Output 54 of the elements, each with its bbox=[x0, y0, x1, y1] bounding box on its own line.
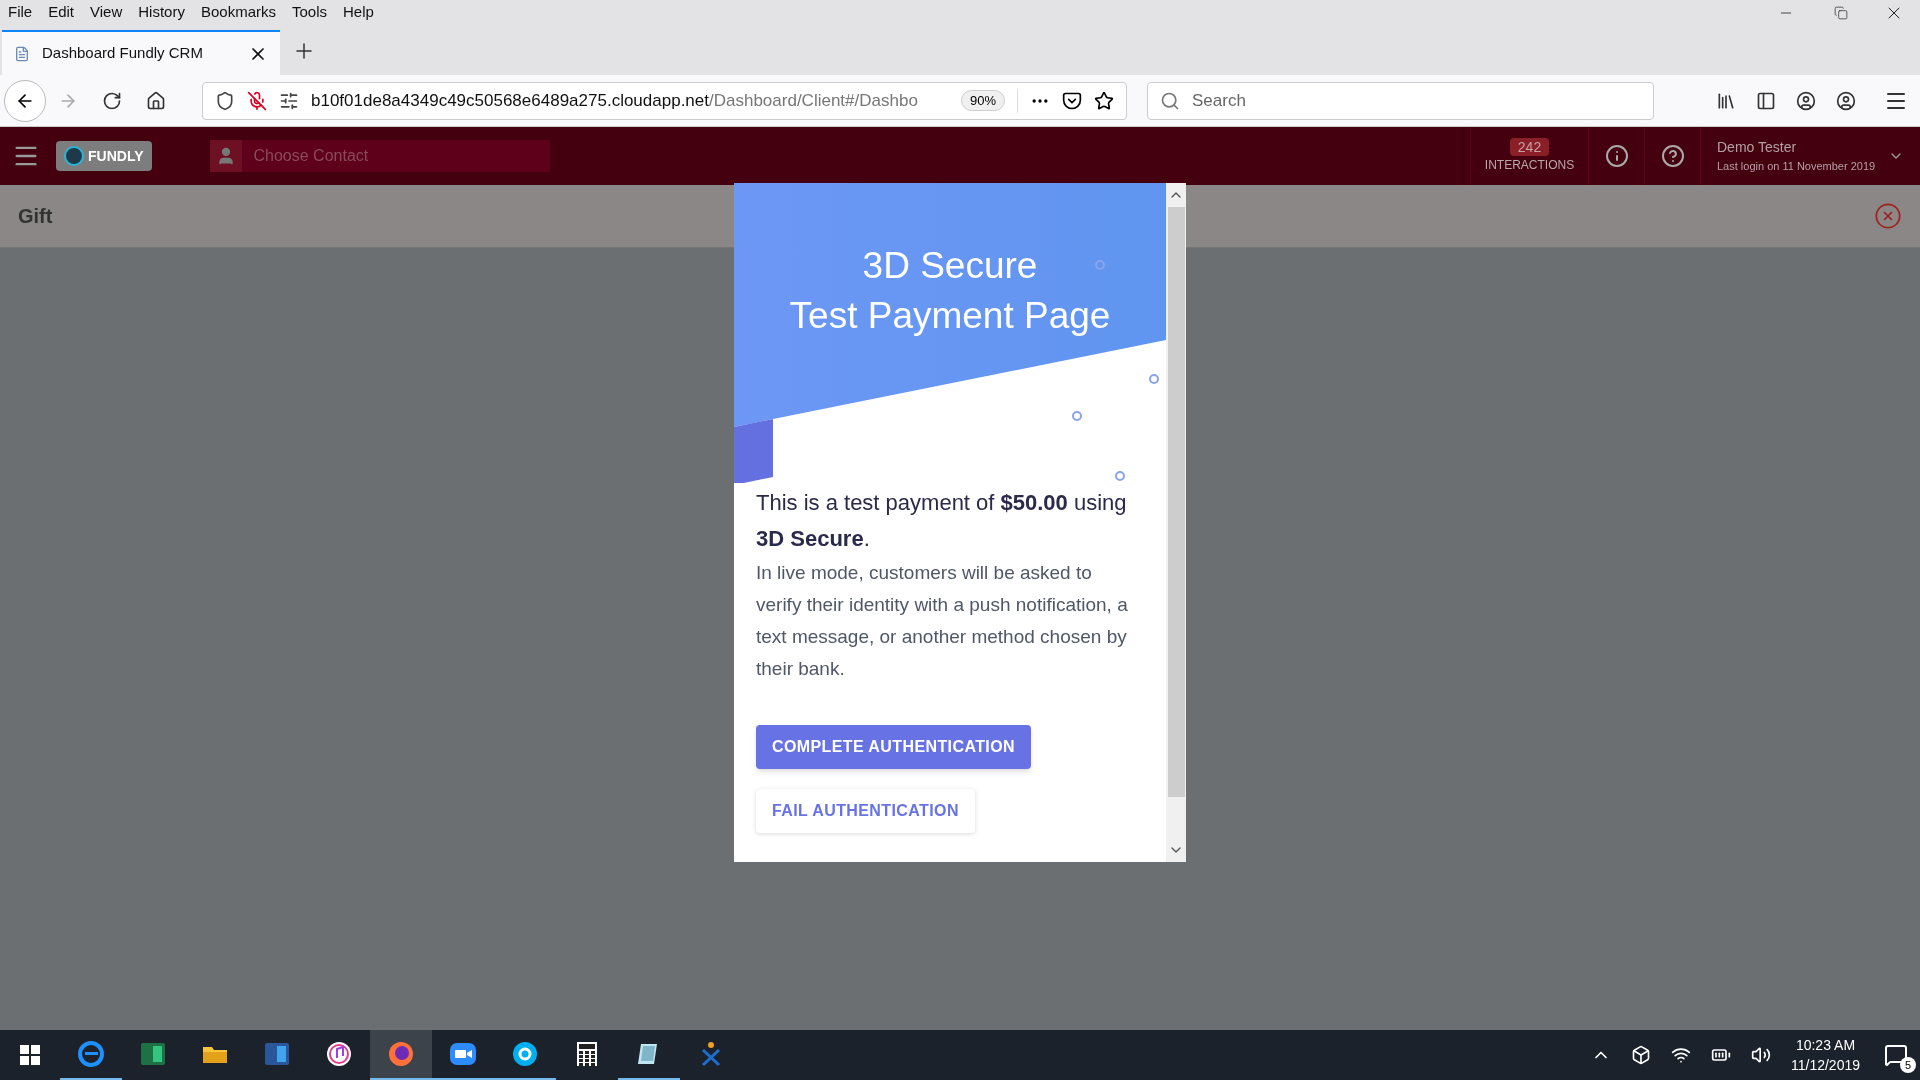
last-login: Last login on 11 November 2019 bbox=[1717, 159, 1876, 175]
address-bar[interactable]: b10f01de8a4349c49c50568e6489a275.cloudapp.net/Dashboard/Client#/Dashbo 90% bbox=[202, 81, 1127, 120]
contact-field[interactable]: Choose Contact bbox=[241, 144, 550, 168]
page-title: Gift bbox=[18, 204, 53, 229]
menu-item[interactable]: File bbox=[8, 1, 33, 24]
permissions-icon bbox=[279, 90, 299, 111]
volume-icon[interactable] bbox=[1750, 1045, 1771, 1065]
fundly-logo: FUNDLY bbox=[56, 141, 152, 171]
shield-icon bbox=[215, 90, 235, 111]
modal-heading: Test Payment Page bbox=[789, 294, 1111, 338]
wifi-icon[interactable] bbox=[1670, 1045, 1691, 1065]
zoom-level[interactable]: 90% bbox=[960, 89, 1005, 112]
account-icon[interactable] bbox=[1836, 90, 1856, 111]
complete-authentication-button[interactable]: COMPLETE AUTHENTICATION bbox=[756, 725, 1031, 769]
interactions-label: INTERACTIONS bbox=[1484, 157, 1575, 174]
tab-title: Dashboard Fundly CRM bbox=[42, 43, 204, 64]
scrollbar[interactable] bbox=[1166, 183, 1186, 862]
menu-item[interactable]: Edit bbox=[48, 1, 75, 24]
url-text: b10f01de8a4349c49c50568e6489a275.cloudapp.net/Dashboard/Client#/Dashbo bbox=[311, 89, 919, 112]
menu-item[interactable]: Help bbox=[343, 1, 374, 24]
blocked-permission-icon bbox=[247, 90, 267, 111]
pocket-icon[interactable] bbox=[1062, 90, 1082, 111]
menu-item[interactable]: Tools bbox=[292, 1, 327, 24]
fail-authentication-button[interactable]: FAIL AUTHENTICATION bbox=[756, 789, 975, 833]
user-name[interactable]: Demo Tester bbox=[1717, 137, 1876, 159]
restore-icon[interactable] bbox=[1834, 5, 1848, 20]
contact-picker[interactable]: Choose Contact bbox=[209, 140, 550, 172]
payment-summary: This is a test payment of $50.00 using 3D Secure. bbox=[756, 489, 1128, 553]
clock-date[interactable]: 11/12/2019 bbox=[1790, 1055, 1860, 1075]
document-icon bbox=[263, 1040, 291, 1068]
help-icon[interactable] bbox=[1660, 144, 1685, 168]
modal-heading: 3D Secure bbox=[862, 244, 1038, 288]
browser-tab[interactable]: Dashboard Fundly CRM bbox=[2, 30, 280, 75]
menu-item[interactable]: View bbox=[90, 1, 123, 24]
back-button[interactable] bbox=[4, 79, 46, 122]
music-icon bbox=[325, 1040, 353, 1068]
home-icon[interactable] bbox=[146, 90, 166, 111]
spreadsheet-icon bbox=[139, 1040, 167, 1068]
info-icon[interactable] bbox=[1604, 144, 1629, 168]
menu-item[interactable]: History bbox=[138, 1, 185, 24]
windows-start-icon[interactable] bbox=[20, 1045, 40, 1065]
reload-icon[interactable] bbox=[102, 90, 122, 111]
search-box[interactable]: Search bbox=[1147, 81, 1654, 120]
payment-description: In live mode, customers will be asked to verify their identity with a push notification, a text message, or another method chosen by their bank. bbox=[756, 561, 1129, 681]
menu-item[interactable]: Bookmarks bbox=[200, 1, 276, 24]
search-field[interactable]: Search bbox=[1192, 87, 1641, 114]
sidebar-icon[interactable] bbox=[1756, 90, 1776, 111]
search-icon bbox=[1160, 90, 1180, 111]
page-icon bbox=[14, 45, 30, 62]
clock-time[interactable]: 10:23 AM bbox=[1795, 1035, 1856, 1055]
bookmark-star-icon[interactable] bbox=[1094, 90, 1114, 111]
interactions-count[interactable]: 242 bbox=[1509, 138, 1550, 156]
notification-count: 5 bbox=[1900, 1057, 1916, 1073]
video-camera-icon bbox=[449, 1040, 477, 1068]
